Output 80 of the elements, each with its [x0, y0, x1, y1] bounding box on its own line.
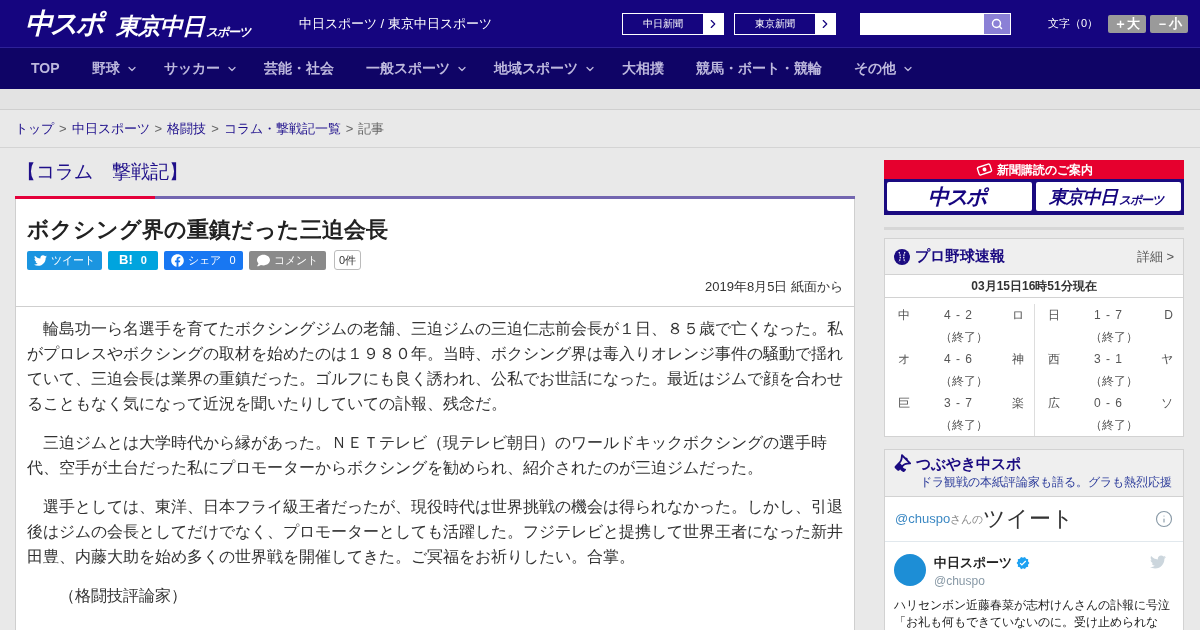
game-score: 4 - 2 — [944, 307, 973, 324]
breadcrumb-separator: > — [345, 119, 354, 138]
embed-heading: ツイート — [983, 508, 1075, 530]
search-icon — [991, 17, 1003, 30]
nav-item[interactable]: 一般スポーツ — [365, 58, 468, 79]
breadcrumb-link[interactable]: コラム・撃戦記一覧 — [223, 118, 341, 139]
comment-count: 0件 — [334, 250, 362, 270]
breadcrumb-link[interactable]: トップ — [15, 118, 54, 139]
info-icon[interactable] — [1155, 510, 1173, 528]
game-score: 3 - 7 — [944, 395, 973, 412]
bird-icon — [1150, 554, 1166, 570]
team-name: 広 — [1048, 395, 1060, 412]
newspaper-link[interactable]: 中日新聞 — [622, 12, 724, 35]
article-paragraph: 選手としては、東洋、日本フライ級王者だったが、現役時代は世界挑戦の機会は得られなかった。しかし、引退後はジムの会長としてだけでなく、プロモーターとしても活躍した。フジテレビと提携して世界王者になった新井田豊、内藤大助を始め多くの世界戦を開催してきた。ご冥福をお祈りしたい。合掌。 — [27, 497, 843, 567]
breadcrumb-separator: > — [154, 119, 163, 138]
game-score: 0 - 6 — [1094, 395, 1123, 412]
search-button[interactable] — [983, 12, 1011, 35]
widget-title: プロ野球速報 — [915, 246, 1005, 267]
account-name: 中日スポーツ — [934, 554, 1012, 572]
breadcrumb-current: 記事 — [358, 119, 385, 138]
article-paragraph: 三迫ジムとは大学時代から縁があった。ＮＥＴテレビ（現テレビ朝日）のワールドキックボクシングの選手時代、空手が土台だった私にプロモーターからボクシングを勧められ、紹介されたのが三迫ジムだった。 — [27, 433, 828, 478]
section-title: 【コラム 撃戦記】 — [16, 160, 189, 184]
newspaper-link[interactable]: 東京新聞 — [734, 12, 836, 35]
article-byline: （格闘技評論家） — [58, 586, 188, 606]
site-logo[interactable]: 中スポ — [25, 9, 108, 38]
avatar-icon — [894, 554, 926, 586]
article-title: ボクシング界の重鎮だった三迫会長 — [27, 216, 389, 244]
text-size-label: 文字（0） — [1048, 16, 1099, 32]
nav-item[interactable]: サッカー — [163, 58, 238, 79]
nav-item[interactable]: TOP — [31, 58, 66, 79]
team-name: 神 — [1012, 351, 1024, 368]
tweet-text: ハリセンボン近藤春菜が志村けんさんの訃報に号泣「お礼も何もできていないのに。受け止められな — [894, 597, 1171, 630]
team-name: D — [1164, 307, 1173, 324]
facebook-icon — [171, 253, 185, 267]
breadcrumb-link[interactable]: 格闘技 — [167, 118, 207, 139]
bird-icon — [34, 253, 47, 267]
game-status: （終了） — [940, 329, 988, 346]
team-name: ソ — [1161, 395, 1173, 412]
team-name: 楽 — [1012, 395, 1024, 412]
breadcrumb-link[interactable]: 中日スポーツ — [71, 118, 150, 139]
nav-item[interactable]: 大相撲 — [621, 58, 670, 79]
team-name: オ — [898, 351, 910, 368]
nav-item[interactable]: 地域スポーツ — [493, 58, 596, 79]
game-score: 1 - 7 — [1094, 307, 1123, 324]
baseball-icon — [894, 248, 910, 265]
team-name: 日 — [1048, 307, 1060, 324]
game-status: （終了） — [940, 417, 988, 434]
ticket-icon — [975, 163, 993, 176]
nav-item[interactable]: 競馬・ボート・競輪 — [695, 58, 828, 79]
search-field[interactable] — [860, 12, 983, 35]
speech-bubble-icon — [257, 253, 270, 267]
game-status: （終了） — [1090, 329, 1138, 346]
article-paragraph: 輪島功一ら名選手を育てたボクシングジムの老舗、三迫ジムの三迫仁志前会長が１日、８５歳で亡くなった。私がプロレスやボクシングの取材を始めたのは１９８０年。当時、ボクシング界は毒入りオレンジ事件の騒動で揺れていて、三迫会長は業界の重鎮だった。ゴルフにも良く誘われ、公私でお世話になった。最近はジムで顔を合わせることもなく気になって近況を聞いたりしていての訃報、残念だ。 — [27, 319, 843, 414]
team-name: 中 — [898, 307, 910, 324]
breadcrumb-separator: > — [211, 119, 219, 138]
game-score: 3 - 1 — [1094, 351, 1123, 368]
game-score: 4 - 6 — [944, 351, 973, 368]
game-status: （終了） — [940, 373, 988, 390]
timestamp: 03月15日16時51分現在 — [885, 275, 1183, 298]
widget-title: つぶやき中スポ — [916, 454, 1021, 474]
team-name: ヤ — [1161, 351, 1173, 368]
team-name: ロ — [1012, 307, 1024, 324]
game-status: （終了） — [1090, 417, 1138, 434]
nav-item[interactable]: 芸能・社会 — [263, 58, 340, 79]
site-name: 中日スポーツ / 東京中日スポーツ — [299, 14, 493, 33]
nav-item[interactable]: 野球 — [91, 58, 138, 79]
handle-suffix: さんの — [950, 512, 984, 525]
account-username: @chuspo — [934, 573, 986, 590]
share-button[interactable]: シェア 0 — [164, 250, 243, 270]
team-name: 巨 — [898, 395, 910, 412]
twitter-handle-link[interactable]: @chuspo — [895, 509, 951, 529]
nav-item[interactable]: その他 — [853, 58, 914, 79]
team-name: 西 — [1048, 351, 1060, 368]
detail-link[interactable]: 詳細 > — [1136, 246, 1174, 267]
breadcrumb-separator: > — [59, 119, 67, 138]
article-date: 2019年8月5日 紙面から — [704, 278, 843, 296]
subscription-banner[interactable]: 新聞購読のご案内 中スポ 東京中日スポーツ — [884, 160, 1184, 215]
game-status: （終了） — [1090, 373, 1138, 390]
subscription-heading: 新聞購読のご案内 — [996, 163, 1093, 176]
widget-subtitle: ドラ観戦の本紙評論家も語る。グラも熱烈応援 — [920, 474, 1173, 491]
